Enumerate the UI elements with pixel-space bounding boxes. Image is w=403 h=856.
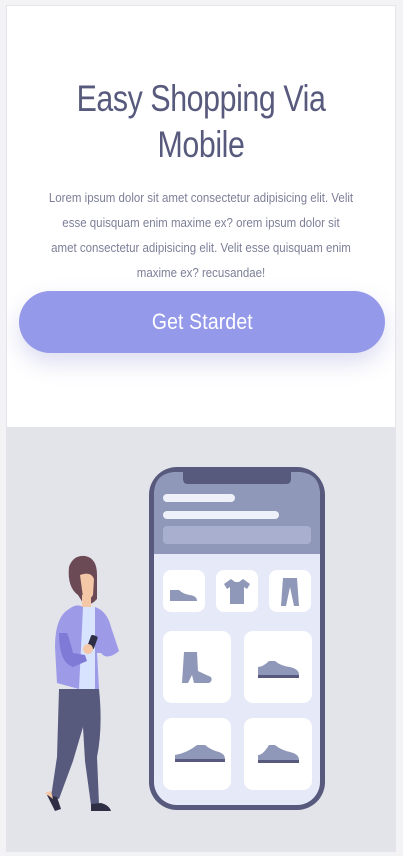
product-tile-tshirt[interactable] bbox=[216, 570, 258, 612]
product-tile-pants[interactable] bbox=[269, 570, 311, 612]
hero-description: Lorem ipsum dolor sit amet consectetur a… bbox=[48, 191, 354, 280]
landing-card: Easy Shopping Via Mobile Lorem ipsum dol… bbox=[6, 5, 396, 852]
product-tile-shoe[interactable] bbox=[163, 570, 205, 612]
woman-figure bbox=[45, 555, 119, 811]
page-title: Easy Shopping Via Mobile bbox=[76, 78, 326, 165]
product-tile-sneaker-3[interactable] bbox=[244, 718, 312, 790]
product-tile-sneaker-1[interactable] bbox=[244, 631, 312, 703]
illustration-svg bbox=[45, 467, 325, 811]
get-started-button[interactable]: Get Stardet bbox=[19, 291, 385, 353]
get-started-label: Get Stardet bbox=[151, 309, 253, 334]
shopping-illustration bbox=[7, 427, 395, 851]
product-tile-sneaker-2[interactable] bbox=[163, 718, 231, 790]
product-tile-boot[interactable] bbox=[163, 631, 231, 703]
